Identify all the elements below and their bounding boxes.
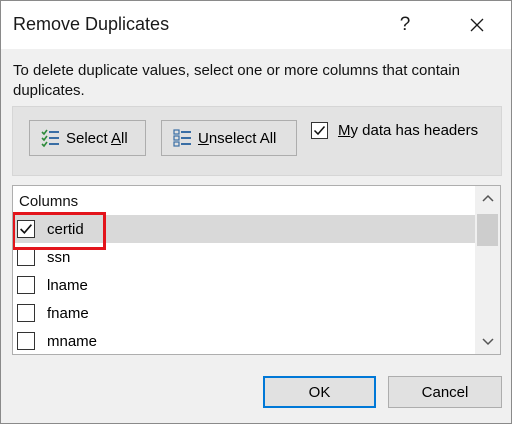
column-checkbox[interactable] — [17, 220, 35, 238]
unselect-all-label: Unselect All — [198, 129, 277, 147]
column-label: certid — [47, 220, 84, 238]
columns-header: Columns — [19, 193, 79, 210]
column-label: lname — [47, 276, 88, 294]
column-checkbox[interactable] — [17, 276, 35, 294]
column-checkbox[interactable] — [17, 332, 35, 350]
select-all-icon — [41, 129, 59, 148]
scroll-thumb[interactable] — [477, 214, 498, 246]
chevron-up-icon — [481, 194, 494, 202]
select-all-label: Select All — [66, 129, 128, 147]
headers-checkbox-label: My data has headers — [338, 122, 479, 139]
close-button[interactable] — [457, 11, 497, 39]
unselect-all-button[interactable]: Unselect All — [161, 120, 297, 156]
headers-checkbox-box[interactable] — [311, 122, 328, 139]
column-item-ssn[interactable]: ssn — [13, 243, 475, 271]
title-bar: Remove Duplicates ? — [1, 1, 511, 49]
column-label: ssn — [47, 248, 71, 266]
column-checkbox[interactable] — [17, 304, 35, 322]
checkmark-icon — [20, 224, 32, 234]
columns-listbox[interactable]: Columns certid ssn lname fname mname — [12, 185, 501, 355]
my-data-has-headers-checkbox[interactable]: My data has headers — [311, 122, 478, 139]
select-all-button[interactable]: Select All — [29, 120, 146, 156]
column-item-certid[interactable]: certid — [13, 215, 475, 243]
column-item-lname[interactable]: lname — [13, 271, 475, 299]
checkmark-icon — [313, 126, 326, 136]
chevron-down-icon — [481, 338, 494, 346]
vertical-scrollbar[interactable] — [475, 186, 500, 354]
column-item-fname[interactable]: fname — [13, 299, 475, 327]
description-text: To delete duplicate values, select one o… — [13, 62, 460, 99]
scroll-down-button[interactable] — [475, 332, 500, 352]
help-button[interactable]: ? — [385, 11, 425, 39]
unselect-all-icon — [173, 129, 191, 147]
remove-duplicates-dialog: Remove Duplicates ? To delete duplicate … — [0, 0, 512, 424]
column-item-mname[interactable]: mname — [13, 327, 475, 354]
scroll-up-button[interactable] — [475, 188, 500, 208]
cancel-button[interactable]: Cancel — [388, 376, 502, 408]
close-icon — [470, 18, 484, 32]
ok-button[interactable]: OK — [263, 376, 376, 408]
column-label: fname — [47, 304, 89, 322]
dialog-title: Remove Duplicates — [13, 14, 170, 34]
column-checkbox[interactable] — [17, 248, 35, 266]
column-label: mname — [47, 332, 98, 350]
